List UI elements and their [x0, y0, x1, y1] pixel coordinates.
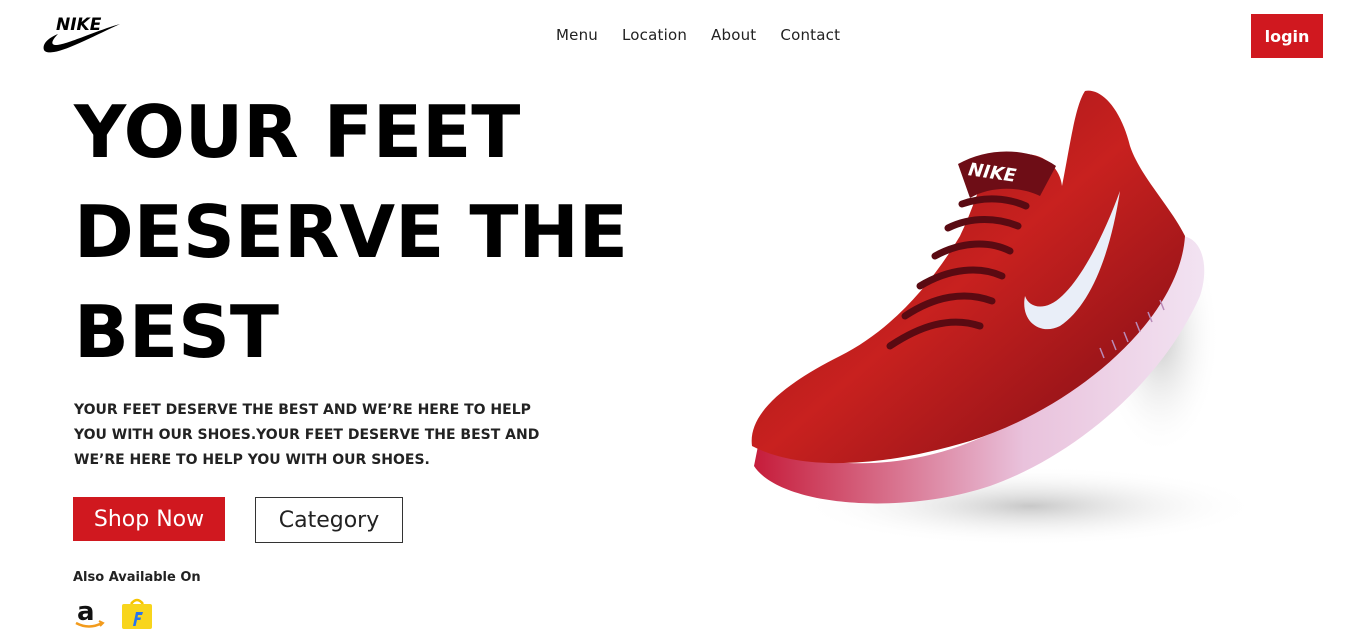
nav-menu[interactable]: Menu [556, 26, 598, 44]
hero-title-line-1: YOUR FEET [74, 90, 521, 174]
amazon-icon[interactable]: a [73, 596, 107, 630]
shop-now-button[interactable]: Shop Now [73, 497, 225, 541]
nav-contact[interactable]: Contact [780, 26, 840, 44]
svg-text:NIKE: NIKE [56, 15, 102, 35]
landing-page: NIKE Menu Location About Contact login Y… [0, 0, 1366, 641]
hero-title-line-3: BEST [74, 290, 280, 374]
nike-logo[interactable]: NIKE [42, 10, 122, 54]
login-button[interactable]: login [1251, 14, 1323, 58]
flipkart-icon[interactable] [121, 596, 153, 630]
shoe-image: NIKE [740, 86, 1260, 556]
nav-location[interactable]: Location [622, 26, 687, 44]
also-available-label: Also Available On [73, 570, 201, 585]
svg-text:a: a [77, 597, 95, 627]
main-nav: Menu Location About Contact [556, 26, 840, 44]
hero-title-line-2: DESERVE THE [74, 190, 628, 274]
hero-description: YOUR FEET DESERVE THE BEST AND WE’RE HER… [74, 402, 540, 468]
category-button[interactable]: Category [255, 497, 403, 543]
nav-about[interactable]: About [711, 26, 756, 44]
hero-title: YOUR FEET DESERVE THE BEST [74, 82, 674, 382]
